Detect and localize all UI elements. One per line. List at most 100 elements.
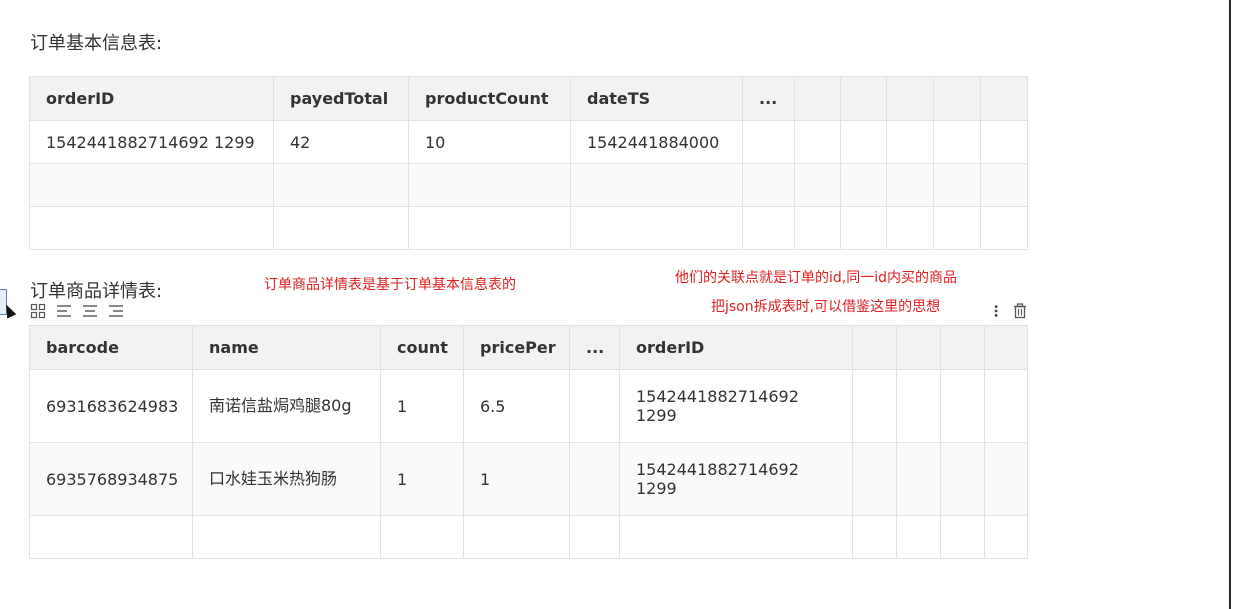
table-cell[interactable]: 10 <box>408 120 571 164</box>
table-cell[interactable] <box>933 120 981 164</box>
order-info-heading: 订单基本信息表: <box>30 33 163 54</box>
table-cell[interactable] <box>569 442 620 516</box>
align-right-icon[interactable] <box>108 303 124 319</box>
column-header[interactable]: name <box>192 325 381 370</box>
table-cell[interactable] <box>980 163 1028 207</box>
table-cell[interactable] <box>29 206 274 250</box>
table-row: 1542441882714692 1299 42 10 154244188400… <box>29 120 1028 164</box>
column-header[interactable]: ... <box>569 325 620 370</box>
table-cell[interactable] <box>569 369 620 443</box>
table-cell[interactable] <box>794 206 841 250</box>
column-header[interactable] <box>933 76 981 121</box>
table-actions-toolbar <box>990 303 1028 319</box>
column-header[interactable] <box>852 325 897 370</box>
trash-icon[interactable] <box>1012 303 1028 319</box>
table-cell[interactable]: 1542441882714692 1299 <box>619 442 853 516</box>
table-cell[interactable]: 1 <box>380 442 464 516</box>
table-cell[interactable] <box>463 515 570 559</box>
table-cell[interactable] <box>29 515 193 559</box>
column-header[interactable] <box>940 325 985 370</box>
table-cell[interactable] <box>619 515 853 559</box>
table-cell[interactable]: 口水娃玉米热狗肠 <box>192 442 381 516</box>
table-cell[interactable] <box>852 369 897 443</box>
table-cell[interactable]: 6.5 <box>463 369 570 443</box>
table-cell[interactable] <box>984 369 1028 443</box>
table-cell[interactable] <box>742 206 795 250</box>
table-cell[interactable] <box>840 206 887 250</box>
table-align-toolbar <box>30 303 124 319</box>
table-cell[interactable]: 6931683624983 <box>29 369 193 443</box>
table-cell[interactable] <box>896 515 941 559</box>
annotation-note: 订单商品详情表是基于订单基本信息表的 <box>264 277 516 293</box>
table-cell[interactable] <box>886 120 934 164</box>
column-header[interactable]: count <box>380 325 464 370</box>
table-row <box>29 515 1028 559</box>
table-cell[interactable] <box>408 163 571 207</box>
column-header[interactable]: ... <box>742 76 795 121</box>
column-header[interactable]: barcode <box>29 325 193 370</box>
table-cell[interactable] <box>840 163 887 207</box>
table-cell[interactable] <box>570 206 743 250</box>
table-cell[interactable] <box>570 163 743 207</box>
table-cell[interactable] <box>569 515 620 559</box>
table-cell[interactable] <box>273 206 409 250</box>
table-cell[interactable]: 1 <box>380 369 464 443</box>
table-header-row: orderID payedTotal productCount dateTS .… <box>29 76 1028 121</box>
column-header[interactable] <box>980 76 1028 121</box>
table-cell[interactable]: 1542441882714692 1299 <box>29 120 274 164</box>
table-cell[interactable]: 1 <box>463 442 570 516</box>
column-header[interactable]: orderID <box>619 325 853 370</box>
table-cell[interactable] <box>980 120 1028 164</box>
table-cell[interactable] <box>794 163 841 207</box>
table-cell[interactable] <box>840 120 887 164</box>
order-info-table: orderID payedTotal productCount dateTS .… <box>29 76 1028 250</box>
table-cell[interactable] <box>29 163 274 207</box>
table-cell[interactable] <box>984 442 1028 516</box>
order-items-heading: 订单商品详情表: <box>30 281 163 302</box>
column-header[interactable]: dateTS <box>570 76 743 121</box>
mouse-cursor-icon <box>1 302 17 319</box>
table-cell[interactable] <box>933 163 981 207</box>
table-cell[interactable] <box>852 515 897 559</box>
table-cell[interactable] <box>886 163 934 207</box>
table-row: 6935768934875 口水娃玉米热狗肠 1 1 1542441882714… <box>29 442 1028 516</box>
table-cell[interactable]: 1542441884000 <box>570 120 743 164</box>
more-vertical-icon[interactable] <box>990 303 1004 319</box>
table-cell[interactable] <box>886 206 934 250</box>
table-cell[interactable]: 1542441882714692 1299 <box>619 369 853 443</box>
column-header[interactable]: orderID <box>29 76 274 121</box>
table-cell[interactable] <box>980 206 1028 250</box>
table-cell[interactable] <box>896 442 941 516</box>
table-cell[interactable] <box>192 515 381 559</box>
align-left-icon[interactable] <box>56 303 72 319</box>
grid-icon[interactable] <box>30 303 46 319</box>
table-cell[interactable] <box>896 369 941 443</box>
column-header[interactable] <box>984 325 1028 370</box>
table-cell[interactable] <box>940 515 985 559</box>
table-cell[interactable]: 6935768934875 <box>29 442 193 516</box>
table-cell[interactable] <box>852 442 897 516</box>
table-cell[interactable] <box>940 442 985 516</box>
window-edge-divider <box>1229 0 1231 609</box>
table-cell[interactable] <box>794 120 841 164</box>
annotation-note: 他们的关联点就是订单的id,同一id内买的商品 <box>675 270 958 286</box>
table-cell[interactable]: 42 <box>273 120 409 164</box>
table-cell[interactable] <box>933 206 981 250</box>
table-cell[interactable] <box>380 515 464 559</box>
table-row <box>29 206 1028 250</box>
align-center-icon[interactable] <box>82 303 98 319</box>
column-header[interactable] <box>794 76 841 121</box>
column-header[interactable]: payedTotal <box>273 76 409 121</box>
column-header[interactable] <box>896 325 941 370</box>
column-header[interactable] <box>840 76 887 121</box>
table-cell[interactable] <box>940 369 985 443</box>
table-cell[interactable] <box>742 120 795 164</box>
table-cell[interactable] <box>408 206 571 250</box>
table-cell[interactable] <box>273 163 409 207</box>
table-cell[interactable] <box>984 515 1028 559</box>
table-cell[interactable]: 南诺信盐焗鸡腿80g <box>192 369 381 443</box>
column-header[interactable]: pricePer <box>463 325 570 370</box>
column-header[interactable]: productCount <box>408 76 571 121</box>
column-header[interactable] <box>886 76 934 121</box>
table-cell[interactable] <box>742 163 795 207</box>
